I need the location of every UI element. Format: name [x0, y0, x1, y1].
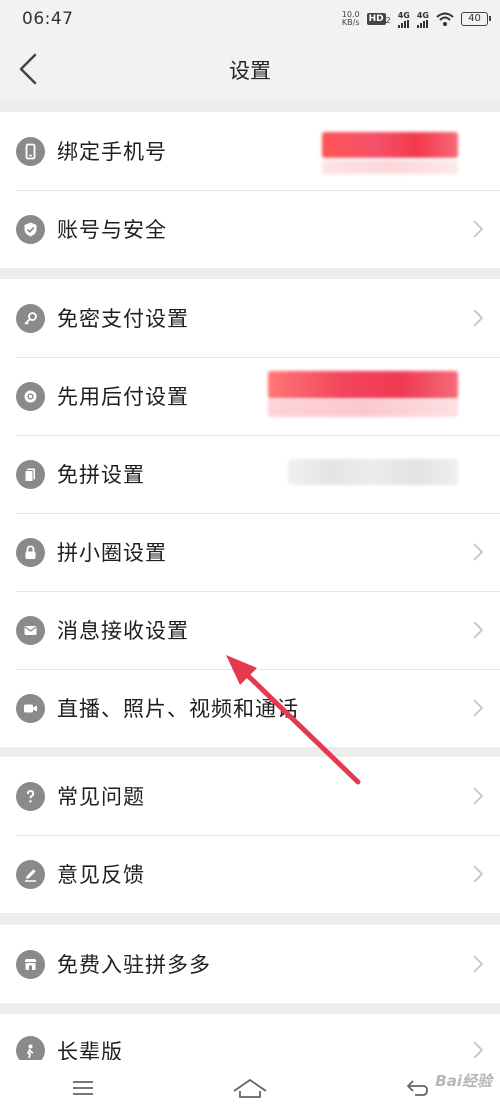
cards-icon [16, 459, 45, 489]
settings-item-label: 长辈版 [57, 1040, 123, 1060]
video-camera-icon [16, 693, 45, 723]
settings-item-label: 常见问题 [57, 785, 145, 809]
settings-item-live-photo-video-call[interactable]: 直播、照片、视频和通话 [0, 669, 500, 747]
settings-item-label: 免密支付设置 [57, 307, 189, 331]
settings-item-faq[interactable]: 常见问题 [0, 757, 500, 835]
settings-item-label: 意见反馈 [57, 863, 145, 887]
status-time: 06:47 [22, 9, 74, 29]
redacted-status-shadow [268, 399, 458, 417]
signal-icon-1: 4G [398, 11, 410, 28]
back-arrow-icon[interactable] [16, 52, 40, 86]
settings-group-merchant: 免费入驻拼多多 [0, 925, 500, 1003]
redacted-phone-number-shadow [322, 160, 458, 174]
status-icons: 10.0 KB/s HD 2 4G 4G 40 [342, 11, 491, 28]
shield-check-icon [16, 214, 45, 244]
chevron-right-icon [473, 543, 484, 561]
chevron-right-icon [473, 220, 484, 238]
network-type-2: 4G [416, 10, 429, 20]
settings-item-label: 直播、照片、视频和通话 [57, 697, 299, 721]
chevron-right-icon [473, 309, 484, 327]
store-icon [16, 949, 45, 979]
settings-item-label: 免费入驻拼多多 [57, 953, 211, 977]
phone-icon [16, 136, 45, 166]
system-nav-bar [0, 1060, 500, 1116]
chevron-right-icon [473, 1041, 484, 1059]
settings-item-pin-circle[interactable]: 拼小圈设置 [0, 513, 500, 591]
settings-item-label: 账号与安全 [57, 218, 167, 242]
settings-group-features: 免密支付设置 先用后付设置 免拼设置 拼小圈设置 消息接收设置 直播、照片、视频… [0, 279, 500, 747]
redacted-phone-number [322, 132, 458, 158]
redacted-status [268, 371, 458, 399]
settings-group-account: 绑定手机号 账号与安全 [0, 112, 500, 268]
chevron-right-icon [473, 621, 484, 639]
chevron-right-icon [473, 865, 484, 883]
hd-sub-label: 2 [385, 16, 391, 25]
back-nav-icon[interactable] [397, 1068, 437, 1108]
chevron-right-icon [473, 955, 484, 973]
settings-item-group-free[interactable]: 免拼设置 [0, 435, 500, 513]
network-type-1: 4G [397, 10, 410, 20]
settings-item-label: 免拼设置 [57, 463, 145, 487]
settings-item-label: 先用后付设置 [57, 385, 189, 409]
settings-item-feedback[interactable]: 意见反馈 [0, 835, 500, 913]
settings-item-account-security[interactable]: 账号与安全 [0, 190, 500, 268]
key-icon [16, 303, 45, 333]
settings-item-label: 消息接收设置 [57, 619, 189, 643]
settings-group-elder: 长辈版 [0, 1014, 500, 1060]
elder-icon [16, 1036, 45, 1060]
chevron-right-icon [473, 699, 484, 717]
network-speed-unit: KB/s [341, 18, 360, 27]
question-icon [16, 781, 45, 811]
watermark: Bai经验 [435, 1072, 492, 1090]
redacted-value [288, 459, 458, 485]
page-title: 设置 [229, 58, 271, 83]
envelope-icon [16, 615, 45, 645]
network-speed: 10.0 KB/s [342, 11, 360, 27]
settings-item-label: 拼小圈设置 [57, 541, 167, 565]
hd-label: HD [366, 13, 386, 25]
signal-icon-2: 4G [417, 11, 429, 28]
settings-group-help: 常见问题 意见反馈 [0, 757, 500, 913]
settings-item-password-free-pay[interactable]: 免密支付设置 [0, 279, 500, 357]
lock-icon [16, 537, 45, 567]
home-icon[interactable] [230, 1068, 270, 1108]
wifi-icon [436, 12, 454, 26]
settings-item-free-merchant-join[interactable]: 免费入驻拼多多 [0, 925, 500, 1003]
settings-item-message-receive[interactable]: 消息接收设置 [0, 591, 500, 669]
menu-icon[interactable] [63, 1068, 103, 1108]
badge-gear-icon [16, 381, 45, 411]
settings-item-bind-phone[interactable]: 绑定手机号 [0, 112, 500, 190]
battery-icon: 40 [461, 12, 491, 26]
settings-item-label: 绑定手机号 [57, 140, 167, 164]
status-bar: 06:47 10.0 KB/s HD 2 4G 4G 40 [0, 0, 500, 38]
header-bar: 设置 [0, 38, 500, 101]
pencil-icon [16, 859, 45, 889]
chevron-right-icon [473, 787, 484, 805]
hd-icon: HD 2 [366, 13, 391, 25]
settings-item-elder-mode[interactable]: 长辈版 [0, 1014, 500, 1060]
settings-item-pay-later[interactable]: 先用后付设置 [0, 357, 500, 435]
